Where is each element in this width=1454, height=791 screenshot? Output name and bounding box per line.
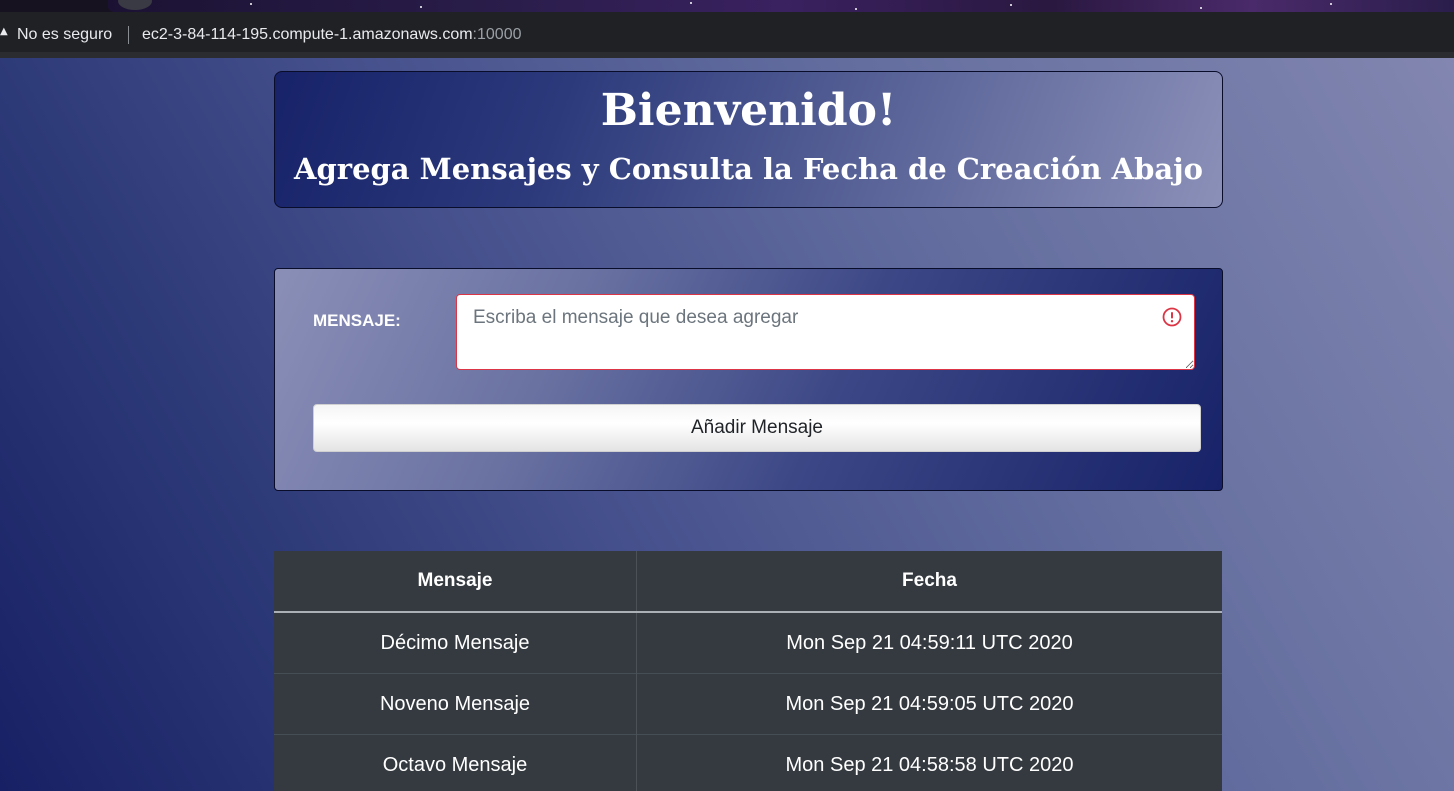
address-divider: [128, 26, 129, 44]
message-label: MENSAJE:: [313, 311, 401, 330]
browser-tab-strip: [0, 0, 1454, 12]
message-input[interactable]: [456, 294, 1195, 370]
column-header-mensaje: Mensaje: [274, 551, 637, 613]
url-text[interactable]: ec2-3-84-114-195.compute-1.amazonaws.com…: [142, 24, 521, 46]
exclamation-circle-icon: [1162, 307, 1182, 327]
table-header-row: Mensaje Fecha: [274, 551, 1222, 613]
message-form: MENSAJE: Añadir Mensaje: [274, 268, 1223, 491]
page-title: Bienvenido!: [600, 85, 897, 136]
url-host: ec2-3-84-114-195.compute-1.amazonaws.com: [142, 26, 473, 43]
cell-mensaje: Décimo Mensaje: [274, 611, 637, 674]
browser-tab[interactable]: [108, 0, 1454, 12]
url-port: :10000: [472, 26, 522, 43]
messages-table: Mensaje Fecha Décimo Mensaje Mon Sep 21 …: [274, 551, 1222, 791]
page-subtitle: Agrega Mensajes y Consulta la Fecha de C…: [294, 152, 1203, 186]
cell-mensaje: Noveno Mensaje: [274, 673, 637, 735]
add-message-button[interactable]: Añadir Mensaje: [313, 404, 1201, 452]
cell-mensaje: Octavo Mensaje: [274, 734, 637, 791]
warning-triangle-icon[interactable]: ▲: [0, 27, 8, 37]
table-row: Octavo Mensaje Mon Sep 21 04:58:58 UTC 2…: [274, 734, 1222, 791]
cell-fecha: Mon Sep 21 04:58:58 UTC 2020: [636, 734, 1222, 791]
column-header-fecha: Fecha: [636, 551, 1222, 613]
cell-fecha: Mon Sep 21 04:59:05 UTC 2020: [636, 673, 1222, 735]
messages-table-wrapper: Mensaje Fecha Décimo Mensaje Mon Sep 21 …: [274, 551, 1222, 791]
security-label[interactable]: No es seguro: [17, 24, 112, 46]
table-row: Décimo Mensaje Mon Sep 21 04:59:11 UTC 2…: [274, 611, 1222, 674]
cell-fecha: Mon Sep 21 04:59:11 UTC 2020: [636, 611, 1222, 674]
page-content: Bienvenido! Agrega Mensajes y Consulta l…: [0, 58, 1454, 791]
table-row: Noveno Mensaje Mon Sep 21 04:59:05 UTC 2…: [274, 673, 1222, 735]
welcome-header: Bienvenido! Agrega Mensajes y Consulta l…: [274, 71, 1223, 208]
